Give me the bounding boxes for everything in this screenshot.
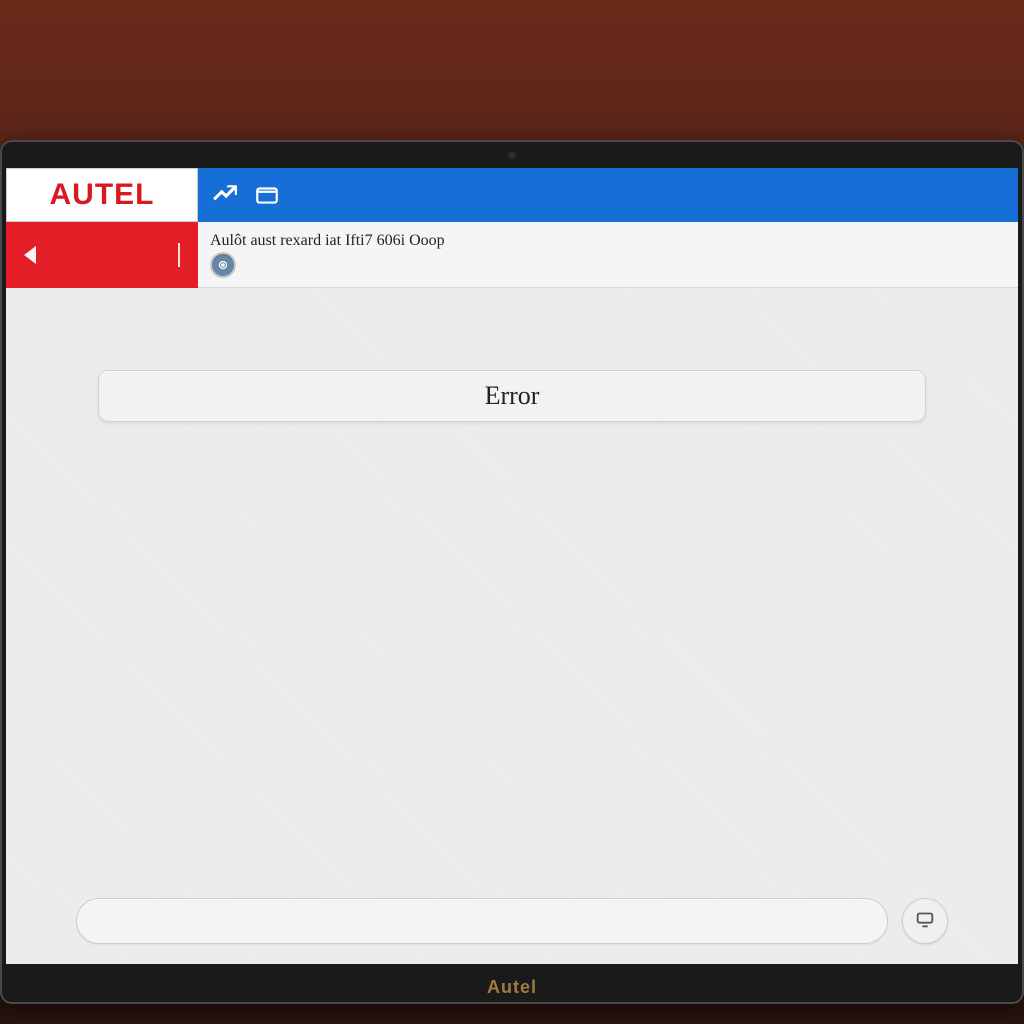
folder-icon[interactable] xyxy=(254,182,280,208)
tool-icon[interactable] xyxy=(212,182,238,208)
brand-logo: AUTEL xyxy=(6,168,198,222)
breadcrumb: Aulôt aust rexard iat Ifti7 606i Ooop xyxy=(198,222,1018,288)
target-icon[interactable] xyxy=(210,252,236,278)
device-camera xyxy=(507,150,517,160)
tablet-frame: Autel AUTEL Aulôt aust rex xyxy=(0,0,1024,1024)
status-banner: Error xyxy=(98,370,926,422)
panel-divider xyxy=(178,243,180,267)
bottom-input-row xyxy=(76,898,948,944)
back-arrow-icon xyxy=(24,246,36,264)
title-bar xyxy=(198,168,1018,222)
screen: AUTEL Aulôt aust rexard iat Ifti7 606i O… xyxy=(6,168,1018,964)
text-input[interactable] xyxy=(76,898,888,944)
keyboard-icon xyxy=(914,908,936,935)
top-bar: AUTEL xyxy=(6,168,1018,222)
back-panel[interactable] xyxy=(6,222,198,288)
device-brand-label: Autel xyxy=(487,977,537,998)
content-area: Error xyxy=(6,288,1018,964)
breadcrumb-text: Aulôt aust rexard iat Ifti7 606i Ooop xyxy=(210,232,1006,250)
sub-header: Aulôt aust rexard iat Ifti7 606i Ooop xyxy=(6,222,1018,288)
brand-logo-text: AUTEL xyxy=(50,178,155,212)
status-text: Error xyxy=(485,381,540,411)
keyboard-button[interactable] xyxy=(902,898,948,944)
